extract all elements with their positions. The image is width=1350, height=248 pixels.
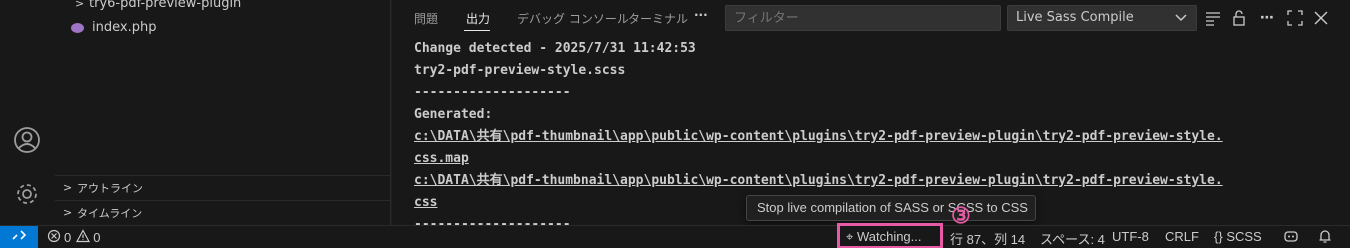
chevron-right-icon: > [63, 206, 73, 219]
filter-input[interactable] [725, 5, 1001, 31]
encoding-status[interactable]: UTF-8 [1112, 229, 1149, 244]
file-item-index-php[interactable]: index.php [71, 20, 156, 35]
problems-status[interactable]: 0 0 [47, 229, 100, 246]
php-file-icon [71, 22, 84, 33]
chevron-down-icon [1174, 10, 1188, 28]
folder-item[interactable]: > try6-pdf-preview-plugin [75, 0, 241, 11]
tab-problems[interactable]: 問題 [414, 10, 438, 27]
active-tab-indicator [464, 30, 490, 31]
gear-icon[interactable] [11, 178, 43, 210]
step-callout: ③ [951, 203, 971, 229]
telescope-icon: ⌖ [846, 229, 854, 244]
maximize-icon[interactable] [1286, 9, 1304, 27]
output-channel-value: Live Sass Compile [1016, 10, 1134, 25]
language-label: SCSS [1226, 229, 1262, 244]
word-wrap-icon[interactable] [1204, 9, 1222, 27]
output-file-link[interactable]: c:\DATA\共有\pdf-thumbnail\app\public\wp-c… [414, 126, 1334, 148]
output-line: -------------------- [414, 85, 571, 100]
timeline-section[interactable]: > タイムライン [55, 200, 391, 224]
close-icon[interactable] [1312, 9, 1330, 27]
warning-count: 0 [93, 230, 101, 245]
braces-icon: {} [1214, 229, 1223, 244]
folder-label: try6-pdf-preview-plugin [89, 0, 242, 11]
copilot-icon[interactable] [1283, 229, 1299, 246]
output-file-link[interactable]: c:\DATA\共有\pdf-thumbnail\app\public\wp-c… [414, 170, 1334, 192]
tab-debug-console[interactable]: デバッグ コンソール [517, 10, 629, 27]
remote-indicator[interactable] [0, 226, 38, 248]
file-label: index.php [92, 20, 157, 35]
lock-icon[interactable] [1230, 9, 1248, 27]
tab-output[interactable]: 出力 [466, 10, 490, 27]
watching-tooltip: Stop live compilation of SASS or SCSS to… [746, 195, 1036, 221]
chevron-right-icon: > [63, 181, 73, 194]
output-channel-select[interactable]: Live Sass Compile [1007, 5, 1197, 31]
cursor-position[interactable]: 行 87、列 14 [950, 229, 1025, 248]
warning-icon [76, 229, 91, 246]
output-panel: 問題 出力 デバッグ コンソール ターミナル ··· Live Sass Com… [392, 0, 1350, 232]
eol-status[interactable]: CRLF [1165, 229, 1199, 244]
status-bar: 0 0 ⌖ Watching... 行 87、列 14 スペース: 4 UTF-… [0, 223, 1350, 248]
account-icon[interactable] [11, 124, 43, 156]
activity-bar [0, 0, 55, 225]
live-sass-watching-button[interactable]: ⌖ Watching... [837, 223, 943, 248]
watching-label: Watching... [856, 229, 922, 244]
panel-tabs: 問題 出力 デバッグ コンソール ターミナル ··· Live Sass Com… [392, 0, 1350, 36]
error-icon [47, 229, 61, 246]
output-file-link[interactable]: css.map [414, 148, 1334, 170]
more-tabs-icon[interactable]: ··· [694, 8, 708, 22]
chevron-right-icon: > [75, 0, 85, 10]
explorer-sidebar: > try6-pdf-preview-plugin index.php > アウ… [55, 0, 391, 225]
output-line: Change detected - 2025/7/31 11:42:53 [414, 41, 696, 56]
output-line: try2-pdf-preview-style.scss [414, 63, 626, 78]
error-count: 0 [64, 230, 72, 245]
output-line: Generated: [414, 107, 493, 122]
notifications-bell-icon[interactable] [1318, 229, 1332, 247]
language-status[interactable]: {} SCSS [1214, 229, 1262, 244]
outline-label: アウトライン [77, 181, 143, 195]
outline-section[interactable]: > アウトライン [55, 175, 391, 199]
more-actions-icon[interactable]: ⋯ [1258, 9, 1276, 27]
timeline-label: タイムライン [77, 206, 143, 220]
tab-terminal[interactable]: ターミナル [628, 10, 688, 27]
indentation-status[interactable]: スペース: 4 [1040, 229, 1105, 248]
